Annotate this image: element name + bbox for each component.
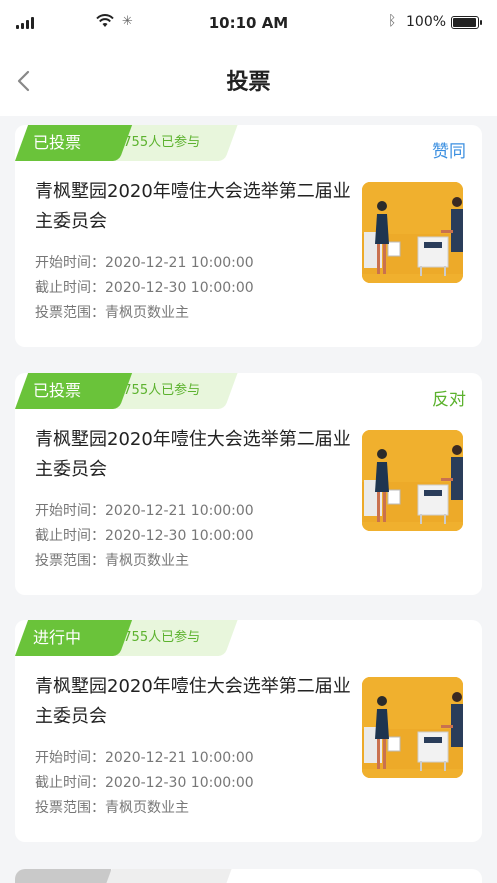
voting-illustration-image [362, 182, 463, 283]
card-title: 青枫墅园2020年噎住大会选举第二届业主委员会 [35, 676, 351, 727]
end-time: 截止时间：2020-12-30 10:00:00 [35, 775, 254, 791]
nav-bar: 投票 [0, 44, 497, 116]
status-label: 进行中 [33, 628, 82, 647]
bluetooth-icon: ᛒ [388, 13, 397, 29]
status-badge: 1755人已参与 已投票 [15, 373, 238, 409]
vote-card[interactable]: 1755人已参与 已投票 赞同 青枫墅园2020年噎住大会选举第二届业主委员会 … [15, 125, 482, 347]
status-badge: 1755人已参与 已投票 [15, 125, 238, 161]
status-label: 已投票 [33, 381, 82, 400]
vote-card[interactable]: 1755人已参与 已投票 反对 青枫墅园2020年噎住大会选举第二届业主委员会 … [15, 373, 482, 595]
card-title: 青枫墅园2020年噎住大会选举第二届业主委员会 [35, 181, 351, 232]
card-title: 青枫墅园2020年噎住大会选举第二届业主委员会 [35, 429, 351, 480]
vote-scope: 投票范围：青枫页数业主 [35, 305, 189, 321]
battery-percent: 100% [406, 14, 447, 30]
start-time: 开始时间：2020-12-21 10:00:00 [35, 255, 254, 271]
voting-illustration-image [362, 430, 463, 531]
voting-illustration-image [362, 677, 463, 778]
vote-card[interactable]: 1755人已参与 进行中 青枫墅园2020年噎住大会选举第二届业主委员会 开始时… [15, 620, 482, 842]
partial-card [15, 869, 482, 883]
status-bar: ✳ 10:10 AM ᛒ 100% [0, 0, 497, 44]
end-time: 截止时间：2020-12-30 10:00:00 [35, 280, 254, 296]
page-title: 投票 [226, 70, 271, 95]
battery-icon [451, 16, 482, 29]
vote-result: 反对 [432, 390, 466, 410]
vote-result: 赞同 [432, 142, 466, 162]
start-time: 开始时间：2020-12-21 10:00:00 [35, 503, 254, 519]
vote-scope: 投票范围：青枫页数业主 [35, 800, 189, 816]
vote-scope: 投票范围：青枫页数业主 [35, 553, 189, 569]
end-time: 截止时间：2020-12-30 10:00:00 [35, 528, 254, 544]
status-label: 已投票 [33, 133, 82, 152]
start-time: 开始时间：2020-12-21 10:00:00 [35, 750, 254, 766]
status-badge: 1755人已参与 进行中 [15, 620, 238, 656]
